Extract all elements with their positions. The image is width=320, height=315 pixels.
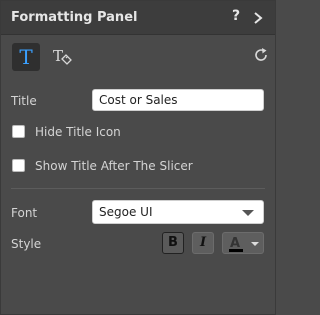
font-label: Font <box>11 206 38 220</box>
title-label: Title <box>11 94 37 108</box>
font-color-swatch <box>229 249 243 252</box>
svg-text:T: T <box>53 47 63 65</box>
toolbar: T T <box>1 35 275 79</box>
font-select-value: Segoe UI <box>99 205 153 219</box>
font-color-button[interactable]: A <box>222 232 264 254</box>
bold-button[interactable]: B <box>162 232 184 254</box>
font-select[interactable]: Segoe UI <box>92 200 264 224</box>
title-input[interactable]: Cost or Sales <box>92 89 264 111</box>
formatting-panel: Formatting Panel ? T T Title Cost or Sal… <box>0 0 276 315</box>
show-title-after-checkbox[interactable] <box>12 159 25 172</box>
svg-text:T: T <box>19 46 33 68</box>
panel-header: Formatting Panel ? <box>1 1 275 35</box>
reset-icon[interactable] <box>253 47 269 63</box>
panel-title: Formatting Panel <box>11 10 138 25</box>
hide-title-icon-checkbox[interactable] <box>12 125 25 138</box>
color-dropdown-icon[interactable] <box>251 242 259 246</box>
help-icon[interactable]: ? <box>227 8 245 24</box>
caret-down-icon <box>242 210 254 216</box>
show-title-after-label: Show Title After The Slicer <box>35 159 193 173</box>
text-tag-icon[interactable]: T <box>51 46 73 68</box>
italic-button[interactable]: I <box>192 232 214 254</box>
text-icon: T <box>19 46 33 68</box>
divider <box>11 188 265 189</box>
style-label: Style <box>11 237 42 251</box>
text-tool-button[interactable]: T <box>12 43 40 71</box>
chevron-right-icon[interactable] <box>251 11 265 25</box>
hide-title-icon-label: Hide Title Icon <box>35 125 121 139</box>
